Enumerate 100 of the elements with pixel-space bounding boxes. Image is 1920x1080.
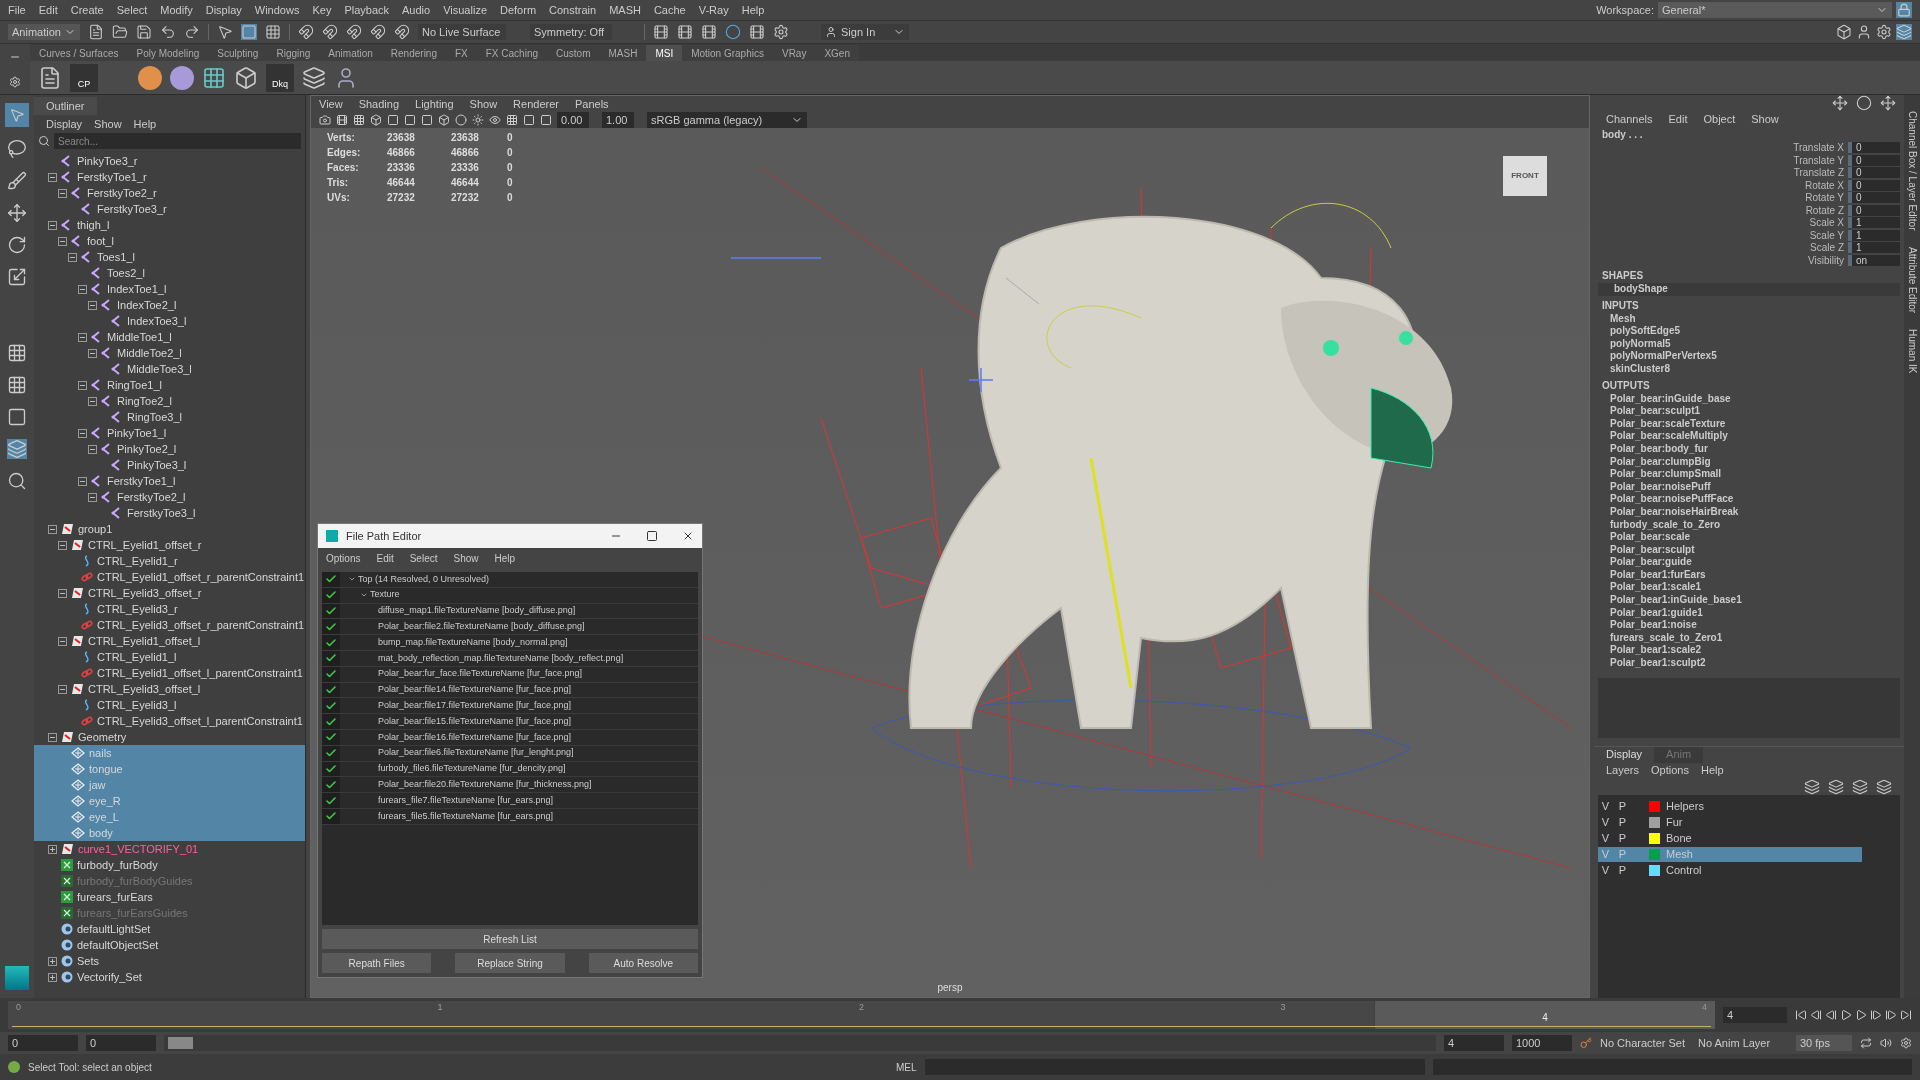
outliner-item[interactable]: CTRL_Eyelid1_offset_r (34, 537, 305, 553)
outliner-item[interactable]: group1 (34, 521, 305, 537)
settings-icon[interactable] (773, 24, 789, 40)
node-name[interactable]: polySoftEdge5 (1594, 325, 1904, 338)
menu-item[interactable]: Select (409, 550, 438, 566)
select-icon[interactable] (217, 24, 233, 40)
magnet-icon[interactable] (370, 24, 386, 40)
collapse-icon[interactable] (88, 396, 97, 406)
attribute-value-field[interactable]: 0 (1848, 142, 1900, 154)
node-name[interactable]: polyNormalPerVertex5 (1594, 350, 1904, 363)
shelf-tab[interactable]: FX Caching (476, 45, 547, 61)
outliner-item[interactable]: PinkyToe1_l (34, 425, 305, 441)
new-file-icon[interactable] (88, 24, 104, 40)
layer-icon[interactable] (1852, 778, 1868, 795)
shelf-tab[interactable]: Animation (319, 45, 382, 61)
file-path-row[interactable]: bump_map.fileTextureName [body_normal.png] (322, 635, 698, 651)
person-icon[interactable] (1856, 24, 1872, 40)
undo-icon[interactable] (160, 24, 176, 40)
collapse-icon[interactable] (58, 588, 67, 598)
refresh-list-button[interactable]: Refresh List (322, 929, 698, 949)
file-path-row[interactable]: furears_file7.fileTextureName [fur_ears.png] (322, 793, 698, 809)
node-name[interactable]: Polar_bear1:scale2 (1594, 644, 1904, 658)
node-name[interactable]: Polar_bear1:inGuide_base1 (1594, 594, 1904, 607)
outliner-item[interactable]: MiddleToe3_l (34, 361, 305, 377)
shelf-tab[interactable]: Custom (547, 45, 600, 61)
file-path-row[interactable]: diffuse_map1.fileTextureName [body_diffuse.png] (322, 603, 698, 620)
range-end-field[interactable]: 4 (1444, 1034, 1504, 1052)
menu-item[interactable]: Display (205, 1, 242, 19)
clapper-icon[interactable] (653, 24, 669, 40)
layer-color-swatch[interactable] (1649, 800, 1660, 812)
outliner-item[interactable]: CTRL_Eyelid3_r (34, 601, 305, 617)
outliner-item[interactable]: IndexToe2_l (34, 297, 305, 313)
collapse-icon[interactable] (58, 236, 67, 246)
view-tool-icon[interactable] (319, 114, 331, 126)
magnet-icon[interactable] (298, 24, 314, 40)
menu-item[interactable]: Help (1700, 762, 1724, 779)
layer-icon[interactable] (1828, 778, 1844, 795)
node-name[interactable]: Polar_bear1:sculpt2 (1594, 657, 1904, 670)
outliner-item[interactable]: CTRL_Eyelid3_offset_l_parentConstraint1 (34, 713, 305, 729)
menu-item[interactable]: File (8, 1, 26, 19)
file-path-row[interactable]: furbody_file6.fileTextureName [fur_dencity.png] (322, 761, 698, 778)
collapse-icon[interactable] (88, 300, 97, 310)
outliner-item[interactable]: PinkyToe3_r (34, 153, 305, 169)
menu-item[interactable]: Deform (500, 1, 537, 19)
node-name[interactable]: Polar_bear:noiseHairBreak (1594, 505, 1904, 519)
outliner-item[interactable]: PinkyToe2_l (34, 441, 305, 457)
playback-toggle[interactable]: P (1615, 829, 1630, 847)
visibility-toggle[interactable]: V (1598, 813, 1613, 831)
outliner-item[interactable]: CTRL_Eyelid1_l (34, 649, 305, 665)
outliner-item[interactable]: CTRL_Eyelid1_offset_r_parentConstraint1 (34, 569, 305, 585)
start-frame-field[interactable]: 0 (8, 1034, 78, 1052)
menu-item[interactable]: Options (326, 550, 361, 566)
range-slider-handle[interactable] (168, 1037, 194, 1049)
attribute-value-field[interactable]: 1 (1848, 242, 1900, 254)
arrow-icon[interactable] (1880, 95, 1896, 111)
playback-toggle[interactable]: P (1615, 813, 1630, 831)
file-path-row[interactable]: Polar_bear:file14.fileTextureName [fur_face.png] (322, 682, 698, 699)
menu-item[interactable]: Panels (574, 95, 609, 113)
menu-item[interactable]: Modify (160, 1, 193, 19)
file-path-row[interactable]: Polar_bear:file20.fileTextureName [fur_thickness.png] (322, 777, 698, 794)
file-path-row[interactable]: Polar_bear:file15.fileTextureName [fur_face.png] (322, 714, 698, 730)
key-icon[interactable] (1580, 1037, 1592, 1049)
outliner-item[interactable]: CTRL_Eyelid3_offset_r (34, 585, 305, 601)
view-tool-icon[interactable] (455, 114, 467, 126)
node-name[interactable]: bodyShape (1598, 283, 1900, 296)
playback-toggle[interactable]: P (1615, 861, 1630, 879)
collapse-icon[interactable] (48, 220, 57, 230)
document-icon[interactable] (38, 65, 62, 90)
expand-icon[interactable] (48, 972, 57, 982)
collapse-icon[interactable] (78, 380, 87, 390)
menu-item[interactable]: Show (94, 115, 122, 133)
layer-icon[interactable] (1804, 778, 1820, 795)
outliner-item[interactable]: FerstkyToe3_l (34, 505, 305, 521)
menu-item[interactable]: Help (133, 115, 157, 133)
menu-item[interactable]: Visualize (443, 1, 487, 19)
node-name[interactable]: furbody_scale_to_Zero (1594, 518, 1904, 532)
view-tool-icon[interactable] (438, 114, 450, 126)
expand-icon[interactable] (48, 844, 57, 854)
sign-in-dropdown[interactable]: Sign In (821, 24, 909, 40)
menu-item[interactable]: Channels (1606, 110, 1653, 128)
view-tool-icon[interactable] (421, 114, 433, 126)
collapse-icon[interactable] (48, 732, 57, 742)
anim-layer-dropdown[interactable]: No Anim Layer (1698, 1034, 1788, 1052)
outliner-item[interactable]: Vectorify_Set (34, 969, 305, 985)
playback-icon[interactable] (1885, 1009, 1897, 1021)
node-name[interactable]: Polar_bear:guide (1594, 556, 1904, 569)
menu-item[interactable]: Select (116, 1, 148, 19)
expand-icon[interactable] (48, 956, 57, 966)
menu-item[interactable]: View (319, 95, 343, 113)
outliner-item[interactable]: PinkyToe3_l (34, 457, 305, 473)
collapse-icon[interactable] (88, 348, 97, 358)
node-name[interactable]: Polar_bear1:scale1 (1594, 581, 1904, 595)
outliner-item[interactable]: Toes2_l (34, 265, 305, 281)
current-frame-field[interactable]: 4 (1723, 1006, 1787, 1024)
clapper-icon[interactable] (749, 24, 765, 40)
outliner-item[interactable]: RingToe1_l (34, 377, 305, 393)
node-name[interactable]: Polar_bear:scale (1594, 531, 1904, 544)
speaker-icon[interactable] (1880, 1037, 1892, 1049)
file-path-row[interactable]: Polar_bear:fur_face.fileTextureName [fur_face.png] (322, 666, 698, 683)
open-folder-icon[interactable] (112, 24, 128, 40)
